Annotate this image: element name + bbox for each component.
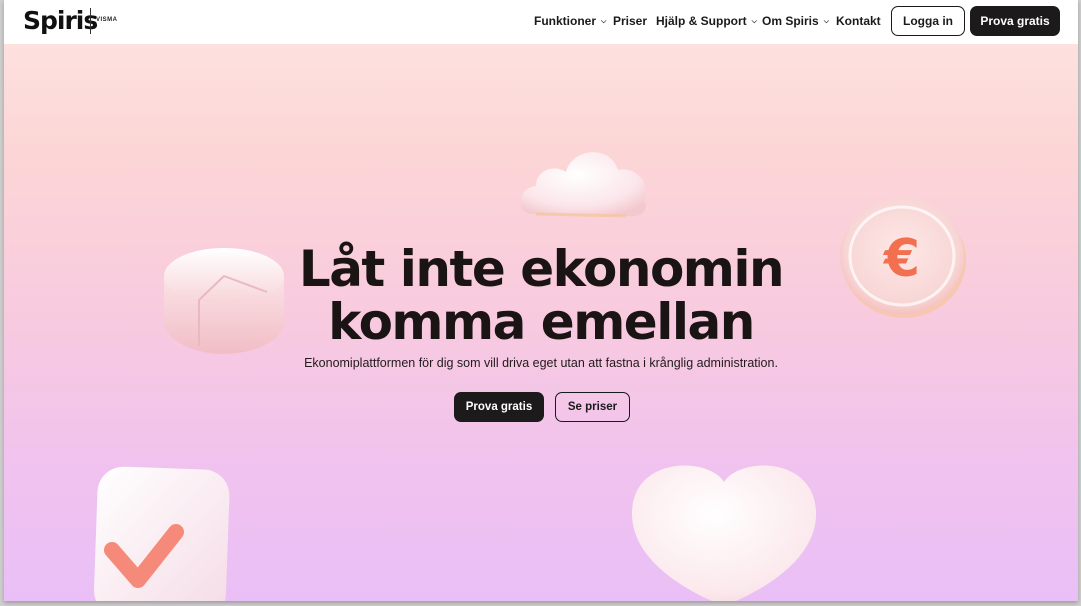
nav-item-om-spiris[interactable]: Om Spiris ⌵ bbox=[762, 14, 829, 28]
login-button[interactable]: Logga in bbox=[891, 6, 965, 36]
nav-item-label: Kontakt bbox=[836, 14, 881, 28]
chevron-down-icon: ⌵ bbox=[823, 18, 829, 25]
nav-item-label: Hjälp & Support bbox=[656, 14, 747, 28]
nav-item-priser[interactable]: Priser bbox=[613, 14, 647, 28]
try-free-button-header[interactable]: Prova gratis bbox=[970, 6, 1060, 36]
logo-divider bbox=[90, 8, 91, 34]
cloud-icon bbox=[520, 152, 647, 218]
nav-item-kontakt[interactable]: Kontakt bbox=[836, 14, 881, 28]
heart-icon bbox=[631, 465, 817, 601]
see-prices-button[interactable]: Se priser bbox=[555, 392, 630, 422]
checkmark-card-icon bbox=[93, 466, 230, 601]
hero-subtitle: Ekonomiplattformen för dig som vill driv… bbox=[304, 356, 778, 370]
hero-title-line-1: Låt inte ekonomin bbox=[298, 240, 785, 298]
spiris-logo[interactable]: Spiris bbox=[23, 6, 98, 35]
hero-title-line-2: komma emellan bbox=[328, 293, 755, 351]
chevron-down-icon: ⌵ bbox=[751, 18, 757, 25]
chevron-down-icon: ⌵ bbox=[601, 18, 607, 25]
top-navigation-bar: Spiris VISMA Funktioner ⌵ Priser Hjälp & … bbox=[4, 0, 1078, 44]
nav-item-label: Funktioner bbox=[534, 14, 596, 28]
nav-item-hjalp-support[interactable]: Hjälp & Support ⌵ bbox=[656, 14, 757, 28]
nav-item-funktioner[interactable]: Funktioner ⌵ bbox=[534, 14, 606, 28]
page: Spiris VISMA Funktioner ⌵ Priser Hjälp & … bbox=[4, 0, 1078, 601]
try-free-button-hero[interactable]: Prova gratis bbox=[454, 392, 544, 422]
nav-item-label: Om Spiris bbox=[762, 14, 819, 28]
nav-item-label: Priser bbox=[613, 14, 648, 28]
visma-logo: VISMA bbox=[96, 17, 118, 23]
